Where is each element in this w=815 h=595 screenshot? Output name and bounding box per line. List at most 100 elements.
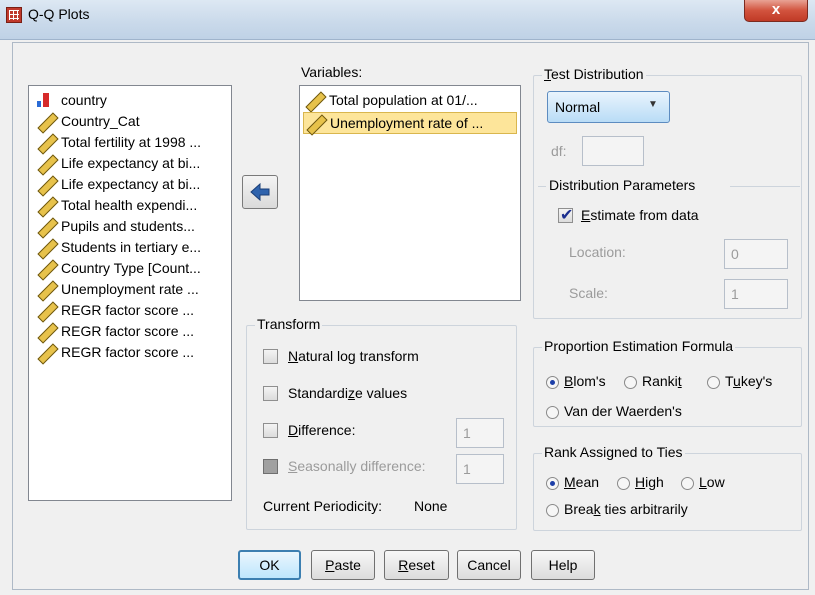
list-item[interactable]: Unemployment rate ...: [35, 279, 199, 299]
variables-list[interactable]: Total population at 01/... Unemployment …: [299, 85, 521, 301]
scale-ruler-icon: [35, 197, 55, 213]
list-item[interactable]: Students in tertiary e...: [35, 237, 201, 257]
list-item-label: REGR factor score ...: [61, 344, 195, 360]
transform-legend: Transform: [255, 316, 323, 332]
low-radio[interactable]: [681, 477, 694, 490]
scale-ruler-icon: [35, 134, 55, 150]
tukeys-label: Tukey's: [725, 373, 773, 389]
list-item-label: Unemployment rate ...: [61, 281, 199, 297]
distribution-dropdown[interactable]: Normal ▼: [547, 91, 670, 123]
high-radio[interactable]: [617, 477, 630, 490]
close-button[interactable]: x: [744, 0, 808, 22]
list-item-label: Total population at 01/...: [329, 92, 478, 108]
reset-button[interactable]: Reset: [384, 550, 449, 580]
scale-label: Scale:: [569, 285, 608, 301]
seasonal-input[interactable]: 1: [456, 454, 504, 484]
seasonal-checkbox[interactable]: [263, 459, 278, 474]
scale-ruler-icon: [35, 260, 55, 276]
list-item[interactable]: REGR factor score ...: [35, 321, 194, 341]
difference-checkbox[interactable]: [263, 423, 278, 438]
estimate-label: Estimate from data: [581, 207, 699, 223]
list-item-label: Students in tertiary e...: [61, 239, 202, 255]
app-table-icon: [6, 7, 22, 23]
van-der-waerdens-label: Van der Waerden's: [564, 403, 682, 419]
proportion-legend: Proportion Estimation Formula: [542, 338, 736, 354]
list-item-label: Total fertility at 1998 ...: [61, 134, 202, 150]
list-item-selected[interactable]: Unemployment rate of ...: [303, 112, 517, 134]
mean-label: Mean: [564, 474, 600, 490]
periodicity-value: None: [414, 498, 448, 514]
list-item[interactable]: Country_Cat: [35, 111, 140, 131]
rankit-label: Rankit: [642, 373, 682, 389]
qq-plots-dialog: country Country_Cat Total fertility at 1…: [12, 42, 809, 590]
list-item-label: REGR factor score ...: [61, 302, 195, 318]
test-distribution-legend: Test Distribution: [542, 66, 646, 82]
nominal-icon: [35, 92, 55, 108]
list-item[interactable]: Total health expendi...: [35, 195, 197, 215]
list-item-label: Total health expendi...: [61, 197, 198, 213]
source-variable-list[interactable]: country Country_Cat Total fertility at 1…: [28, 85, 232, 501]
difference-label: Difference:: [288, 422, 356, 438]
scale-ruler-icon: [304, 115, 324, 131]
location-input[interactable]: 0: [724, 239, 788, 269]
list-item-label: country: [61, 92, 107, 108]
chevron-down-icon: ▼: [648, 99, 658, 110]
proportion-estimation-group: Proportion Estimation Formula Blom's Ran…: [533, 338, 802, 427]
help-button[interactable]: Help: [531, 550, 595, 580]
rank-ties-group: Rank Assigned to Ties Mean High Low Brea…: [533, 444, 802, 531]
list-item-label: Life expectancy at bi...: [61, 176, 201, 192]
location-label: Location:: [569, 244, 626, 260]
standardize-checkbox[interactable]: [263, 386, 278, 401]
list-item-label: Pupils and students...: [61, 218, 195, 234]
list-item[interactable]: Total fertility at 1998 ...: [35, 132, 201, 152]
paste-button[interactable]: Paste: [311, 550, 375, 580]
break-ties-radio[interactable]: [546, 504, 559, 517]
low-label: Low: [699, 474, 725, 490]
van-der-waerdens-radio[interactable]: [546, 406, 559, 419]
periodicity-label: Current Periodicity:: [263, 498, 383, 514]
list-item[interactable]: Life expectancy at bi...: [35, 153, 200, 173]
bloms-radio[interactable]: [546, 376, 559, 389]
cancel-button[interactable]: Cancel: [457, 550, 521, 580]
list-item[interactable]: Country Type [Count...: [35, 258, 201, 278]
list-item-label: Country Type [Count...: [61, 260, 201, 276]
transform-group: Transform Natural log transform Standard…: [246, 316, 517, 530]
scale-ruler-icon: [35, 281, 55, 297]
list-item[interactable]: REGR factor score ...: [35, 300, 194, 320]
ok-button[interactable]: OK: [238, 550, 301, 580]
tukeys-radio[interactable]: [707, 376, 720, 389]
scale-input[interactable]: 1: [724, 279, 788, 309]
natural-log-checkbox[interactable]: [263, 349, 278, 364]
break-ties-label: Break ties arbitrarily: [564, 501, 688, 517]
estimate-checkbox[interactable]: [558, 205, 573, 225]
scale-ruler-icon: [35, 218, 55, 234]
mean-radio[interactable]: [546, 477, 559, 490]
title-bar: Q-Q Plots x: [0, 0, 815, 40]
high-label: High: [635, 474, 664, 490]
scale-ruler-icon: [35, 302, 55, 318]
distribution-params-divider-right: [730, 186, 800, 187]
scale-ruler-icon: [35, 239, 55, 255]
df-label: df:: [551, 143, 567, 159]
list-item[interactable]: Pupils and students...: [35, 216, 195, 236]
scale-ruler-icon: [35, 176, 55, 192]
scale-ruler-icon: [35, 323, 55, 339]
list-item[interactable]: Total population at 01/...: [303, 90, 517, 110]
rank-ties-legend: Rank Assigned to Ties: [542, 444, 685, 460]
window-title: Q-Q Plots: [28, 6, 90, 22]
scale-ruler-icon: [35, 113, 55, 129]
list-item[interactable]: country: [35, 90, 107, 110]
scale-ruler-icon: [35, 344, 55, 360]
standardize-label: Standardize values: [288, 385, 408, 401]
difference-input[interactable]: 1: [456, 418, 504, 448]
list-item-label: Unemployment rate of ...: [330, 115, 484, 131]
natural-log-label: Natural log transform: [288, 348, 419, 364]
seasonal-label: Seasonally difference:: [288, 458, 426, 474]
move-variable-button[interactable]: [242, 175, 278, 209]
distribution-params-legend: Distribution Parameters: [549, 177, 696, 193]
list-item-label: Life expectancy at bi...: [61, 155, 201, 171]
list-item[interactable]: REGR factor score ...: [35, 342, 194, 362]
df-input[interactable]: [582, 136, 644, 166]
list-item[interactable]: Life expectancy at bi...: [35, 174, 200, 194]
rankit-radio[interactable]: [624, 376, 637, 389]
